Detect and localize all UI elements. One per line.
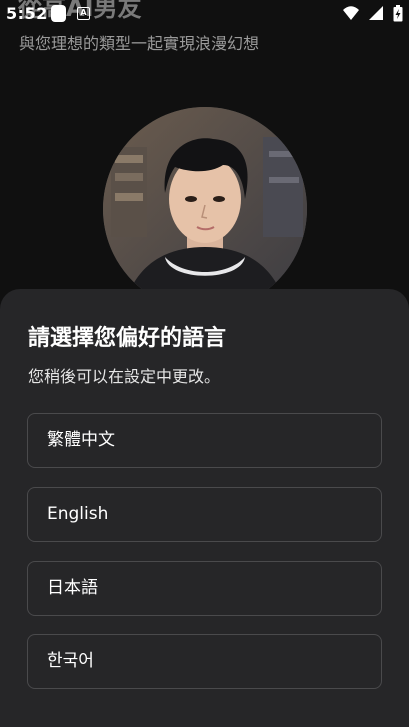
app-notification-icon <box>51 5 66 22</box>
battery-charging-icon <box>393 5 403 22</box>
background-subtitle: 與您理想的類型一起實現浪漫幻想 <box>19 34 260 53</box>
language-option-traditional-chinese[interactable]: 繁體中文 <box>27 413 382 468</box>
accessibility-notification-icon: A <box>77 7 90 20</box>
sheet-subtitle: 您稍後可以在設定中更改。 <box>28 367 221 386</box>
status-bar: 5:52 A <box>0 0 409 28</box>
language-option-japanese[interactable]: 日本語 <box>27 561 382 616</box>
screen: 從高AI男友 與您理想的類型一起實現浪漫幻想 5:52 A 請選擇您偏好的語言 … <box>0 0 409 727</box>
language-option-english[interactable]: English <box>27 487 382 542</box>
wifi-icon <box>342 6 359 20</box>
avatar-portrait-image <box>103 107 307 311</box>
status-time: 5:52 <box>6 4 48 23</box>
language-selection-sheet: 請選擇您偏好的語言 您稍後可以在設定中更改。 繁體中文 English 日本語 … <box>0 289 409 727</box>
avatar <box>103 107 307 311</box>
cellular-signal-icon <box>368 6 383 20</box>
language-option-korean[interactable]: 한국어 <box>27 634 382 689</box>
sheet-title: 請選擇您偏好的語言 <box>28 326 227 351</box>
status-icons <box>342 5 403 23</box>
